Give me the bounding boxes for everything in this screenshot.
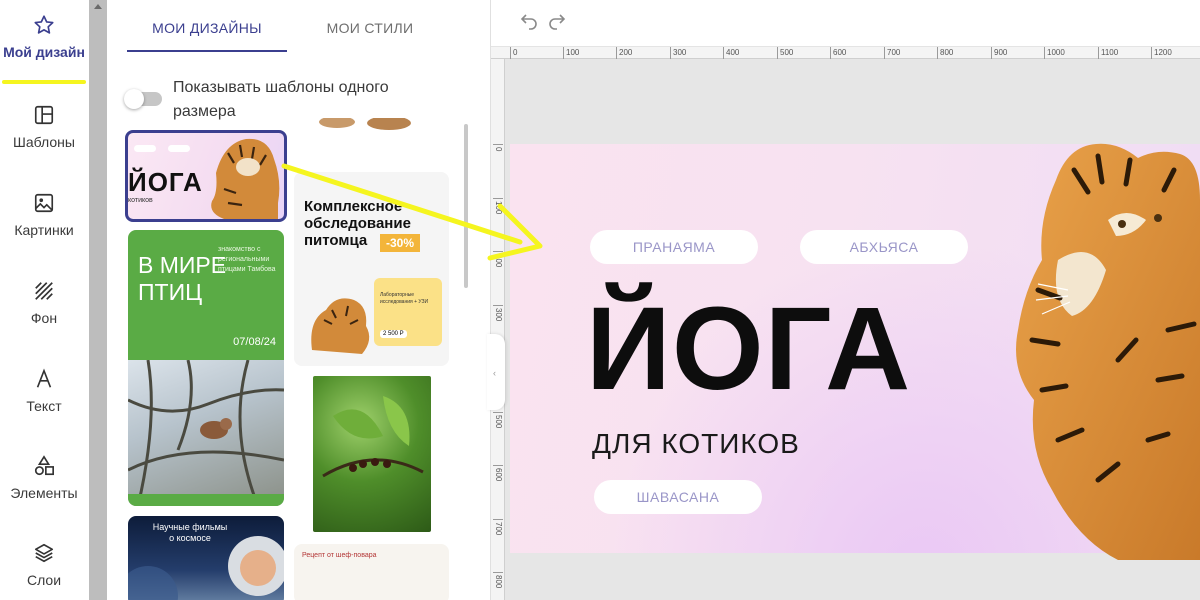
sidebar-item-label: Текст (26, 398, 62, 414)
toggle-knob (124, 89, 144, 109)
green-strip (128, 494, 284, 506)
sidebar-item-label: Шаблоны (13, 134, 75, 150)
collapse-panel-button[interactable]: ‹ (487, 334, 505, 410)
service-card: Лабораторные исследования + УЗИ 2 500 Р (374, 278, 442, 346)
thumbnail-title: В МИРЕ ПТИЦ (138, 252, 227, 305)
thumbnail-subtitle: котиков (128, 197, 153, 204)
ruler-label: 300 (670, 47, 686, 59)
sidebar-item-text[interactable]: Текст (0, 368, 88, 448)
sidebar-item-images[interactable]: Картинки (0, 192, 88, 272)
text-icon (36, 368, 52, 388)
redo-icon[interactable] (547, 12, 567, 32)
same-size-toggle-label: Показывать шаблоны одного размера (173, 79, 389, 120)
ruler-label: 200 (616, 47, 632, 59)
ruler-label: 700 (884, 47, 900, 59)
thumbnail-coffee-plant[interactable] (313, 376, 431, 532)
ruler-label: 400 (723, 47, 739, 59)
ruler-label: 500 (777, 47, 793, 59)
sidebar-item-layers[interactable]: Слои (0, 542, 88, 600)
thumbnail-peek[interactable] (297, 118, 447, 134)
pastry-image (319, 118, 411, 130)
sidebar-item-label: Элементы (10, 485, 78, 501)
ruler-label: 600 (830, 47, 846, 59)
slide-pill-abhyasa[interactable]: АБХЬЯСА (800, 230, 968, 264)
thumbnail-vet-check[interactable]: Комплексное обследование питомца -30% Ла… (294, 172, 449, 366)
tab-my-designs[interactable]: МОИ ДИЗАЙНЫ (127, 20, 287, 52)
thumbnail-caption: Рецепт от шеф-повара (302, 552, 377, 559)
thumbnail-bird-photo[interactable] (128, 360, 284, 506)
ruler-label: 500 (493, 412, 503, 428)
ruler-label: 100 (563, 47, 579, 59)
thumbnail-date: 07/08/24 (233, 336, 276, 348)
ruler-label: 600 (493, 465, 503, 481)
sidebar-item-background[interactable]: Фон (0, 280, 88, 360)
ruler-label: 0 (493, 144, 503, 151)
discount-badge: -30% (380, 234, 420, 252)
background-hatch-icon (35, 282, 53, 300)
sidebar-item-label: Слои (26, 572, 62, 588)
shapes-icon (34, 455, 54, 476)
editor-toolbar (491, 0, 1200, 46)
tiger-image[interactable] (998, 140, 1200, 560)
bird-on-branch-image (128, 360, 284, 506)
slide-pill-shavasana[interactable]: ШАВАСАНА (594, 480, 762, 514)
service-card-text: Лабораторные исследования + УЗИ (380, 292, 429, 305)
astronaut-image (128, 536, 284, 600)
ruler-label: 800 (493, 572, 503, 588)
tiger-cub-image (311, 298, 370, 354)
scroll-up-arrow-icon[interactable] (94, 4, 102, 9)
horizontal-ruler: 0 100 200 300 400 500 600 700 800 900 10… (491, 46, 1200, 59)
ruler-label: 100 (493, 198, 503, 214)
sidebar-item-label: Фон (30, 310, 58, 326)
ruler-label: 0 (510, 47, 517, 59)
layers-icon (34, 543, 54, 563)
ruler-label: 1100 (1098, 47, 1118, 59)
slide-subheadline[interactable]: ДЛЯ КОТИКОВ (592, 428, 800, 460)
coffee-plant-image (322, 396, 424, 478)
sidebar-item-templates[interactable]: Шаблоны (0, 104, 88, 184)
star-icon (34, 15, 54, 34)
sidebar-item-label: Мой дизайн (3, 44, 85, 60)
thumbnail-birds-cover[interactable]: знакомство с региональными птицами Тамбо… (128, 230, 284, 360)
ruler-label: 1200 (1151, 47, 1172, 59)
thumbnail-title: ЙОГА (128, 167, 203, 197)
chevron-left-icon: ‹ (493, 368, 496, 378)
service-price: 2 500 Р (380, 330, 407, 338)
slide-pill-pranayama[interactable]: ПРАНАЯМА (590, 230, 758, 264)
ruler-label: 1000 (1044, 47, 1065, 59)
template-icon (34, 105, 54, 125)
slide-headline[interactable]: ЙОГА (586, 284, 911, 414)
ruler-label: 300 (493, 305, 503, 321)
ruler-label: 700 (493, 519, 503, 535)
same-size-toggle[interactable] (124, 89, 162, 109)
highlight-underline (2, 80, 86, 84)
image-icon (34, 193, 54, 213)
thumbnail-recipe[interactable]: Рецепт от шеф-повара (294, 544, 449, 600)
panel-scrollbar[interactable] (464, 124, 468, 288)
tab-my-styles[interactable]: МОИ СТИЛИ (295, 20, 445, 52)
sidebar-rail: Мой дизайн Шаблоны Картинки Фон Текст Эл… (0, 0, 88, 600)
thumbnail-space[interactable]: Научные фильмы о космосе (128, 516, 284, 600)
ruler-label: 200 (493, 251, 503, 267)
designs-panel: МОИ ДИЗАЙНЫ МОИ СТИЛИ Показывать шаблоны… (107, 0, 471, 600)
sidebar-item-label: Картинки (14, 222, 74, 238)
ruler-label: 800 (937, 47, 953, 59)
undo-icon[interactable] (519, 12, 539, 32)
vertical-ruler: 0 100 200 300 400 500 600 700 800 (491, 59, 505, 600)
thumbnail-yoga[interactable]: ЙОГА котиков (125, 130, 287, 222)
app-root: Мой дизайн Шаблоны Картинки Фон Текст Эл… (0, 0, 1200, 600)
ruler-label: 900 (991, 47, 1007, 59)
sidebar-scrollbar[interactable] (89, 0, 107, 600)
thumbnail-title: Комплексное обследование питомца (304, 198, 411, 249)
sidebar-item-elements[interactable]: Элементы (0, 455, 88, 535)
